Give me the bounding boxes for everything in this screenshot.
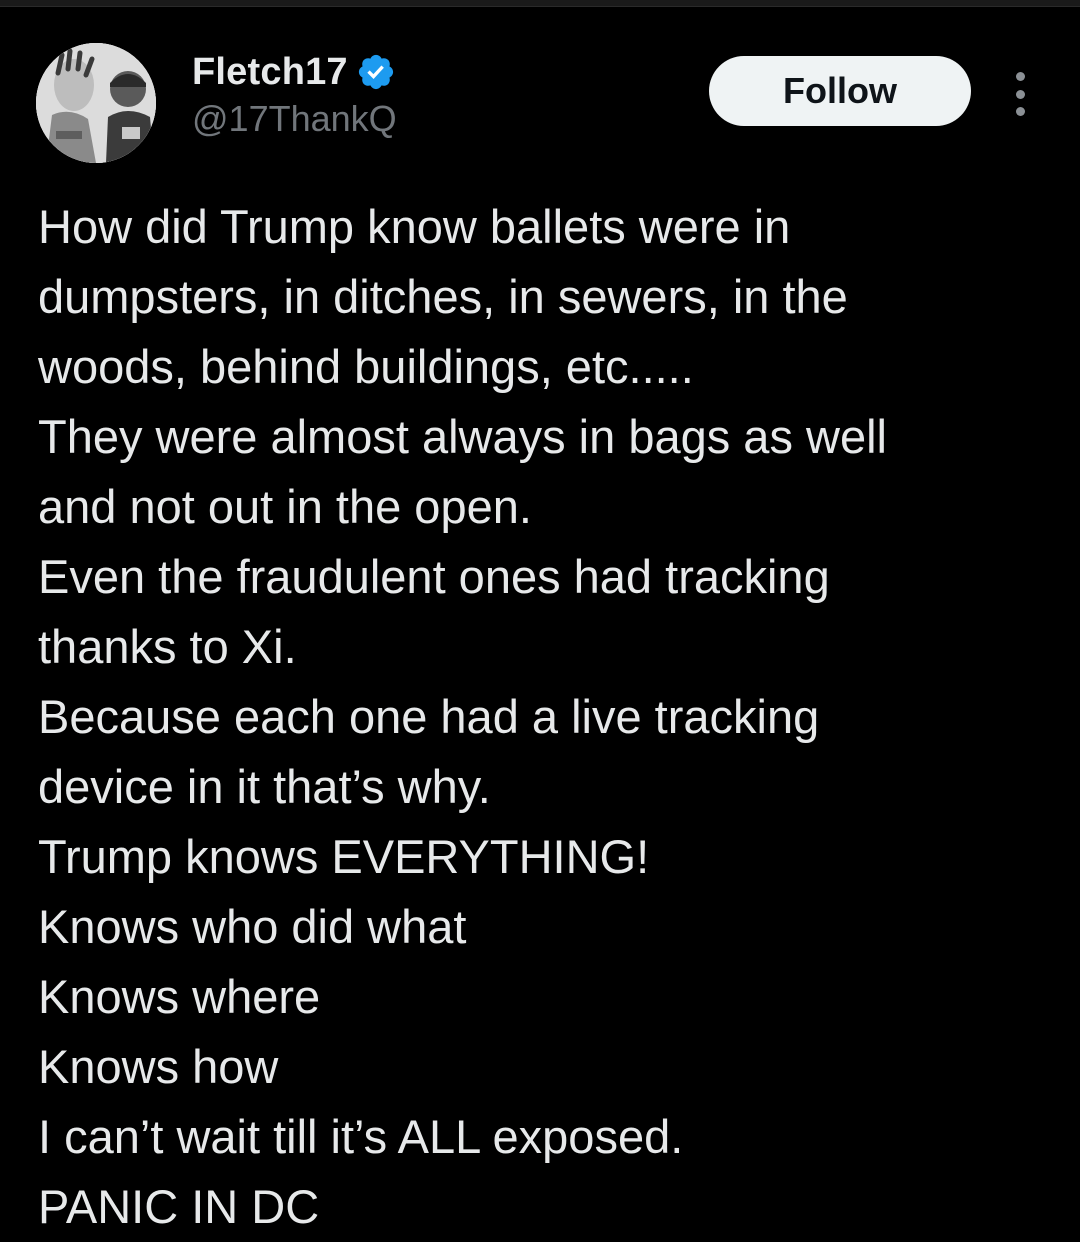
tweet-text: How did Trump know ballets were in dumps… <box>38 192 1048 1242</box>
tweet-line: They were almost always in bags as well <box>38 410 887 463</box>
author-handle[interactable]: @17ThankQ <box>192 98 397 140</box>
more-dots-vertical-icon[interactable] <box>1003 66 1037 122</box>
author-display-name[interactable]: Fletch17 <box>192 51 348 94</box>
tweet-line: How did Trump know ballets were in <box>38 200 791 253</box>
tweet-line: and not out in the open. <box>38 480 532 533</box>
dot <box>1015 72 1025 81</box>
tweet-line: woods, behind buildings, etc..... <box>38 340 694 393</box>
name-row: Fletch17 <box>192 48 397 96</box>
dot <box>1015 89 1025 99</box>
author-info[interactable]: Fletch17 @17ThankQ <box>192 48 397 140</box>
tweet-line: Knows how <box>38 1040 279 1093</box>
tweet-line: Even the fraudulent ones had tracking <box>38 550 830 603</box>
tweet-line: dumpsters, in ditches, in sewers, in the <box>38 270 848 323</box>
top-divider <box>0 0 1080 7</box>
verified-badge-icon <box>356 52 396 92</box>
tweet-line: I can’t wait till it’s ALL exposed. <box>38 1110 684 1163</box>
dot <box>1015 107 1025 116</box>
tweet-line: PANIC IN DC <box>38 1180 320 1233</box>
tweet-line: Trump knows EVERYTHING! <box>38 830 650 883</box>
tweet-line: device in it that’s why. <box>38 760 491 813</box>
follow-button[interactable]: Follow <box>709 56 971 126</box>
tweet-line: Because each one had a live tracking <box>38 690 820 743</box>
tweet-line: thanks to Xi. <box>38 620 297 673</box>
tweet-line: Knows where <box>38 970 321 1023</box>
tweet-line: Knows who did what <box>38 900 467 953</box>
avatar-image <box>36 43 156 163</box>
avatar[interactable] <box>36 43 156 163</box>
